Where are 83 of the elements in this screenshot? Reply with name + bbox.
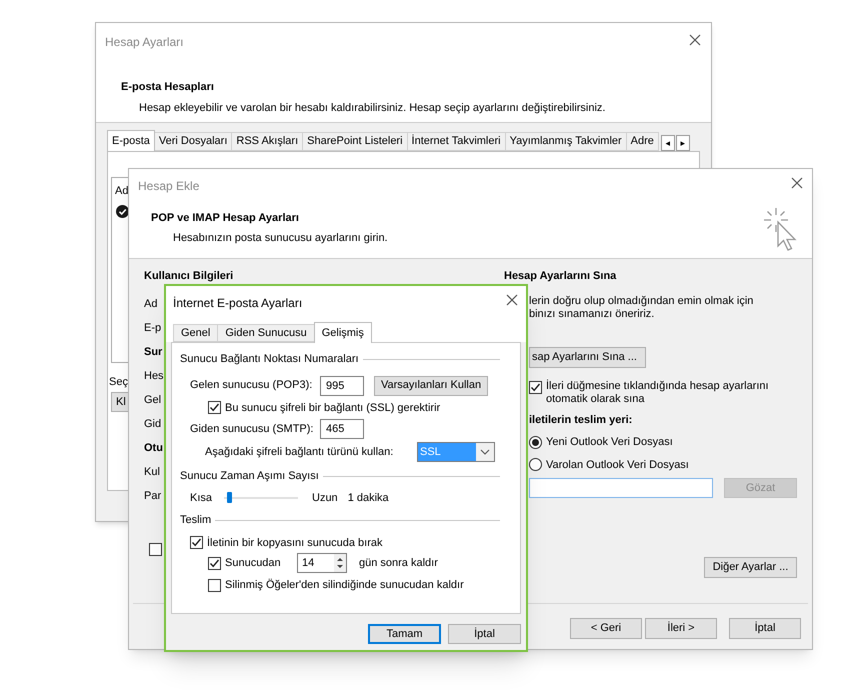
group-heading: Sunucu Bağlantı Noktası Numaraları bbox=[180, 352, 359, 367]
section-heading: Hesap Ayarlarını Sına bbox=[504, 269, 618, 284]
description-text: Hesabınızın posta sunucusu ayarlarını girin. bbox=[172, 230, 389, 246]
label-text: Seç bbox=[109, 375, 128, 390]
tab[interactable]: Yayımlanmış Takvimler bbox=[506, 132, 627, 151]
group-heading: Teslim bbox=[180, 513, 212, 528]
days-spinner[interactable]: 14 bbox=[297, 553, 347, 573]
tab[interactable]: Veri Dosyaları bbox=[154, 132, 232, 151]
tab[interactable]: E-posta bbox=[107, 130, 155, 152]
section-heading: iletilerin teslim yeri: bbox=[529, 412, 634, 428]
checkbox[interactable] bbox=[190, 536, 203, 550]
checkbox[interactable] bbox=[208, 401, 221, 414]
section-heading: Kullanıcı Bilgileri bbox=[144, 269, 234, 284]
group-heading: Sunucu Zaman Aşımı Sayısı bbox=[180, 469, 319, 484]
column-header: Ad bbox=[115, 184, 128, 199]
slider-label: Kısa bbox=[190, 490, 214, 506]
checkbox-label: Silinmiş Öğeler'den silindiğinde sunucudan kaldır bbox=[225, 578, 464, 593]
tab[interactable]: SharePoint Listeleri bbox=[303, 132, 408, 151]
field-label: Ad bbox=[144, 298, 158, 312]
window-title: Hesap Ekle bbox=[138, 178, 200, 195]
dialog-title: İnternet E-posta Ayarları bbox=[173, 295, 302, 312]
tab[interactable]: Adre bbox=[626, 132, 659, 151]
test-settings-button[interactable]: sap Ayarlarını Sına ... bbox=[529, 346, 646, 368]
window-title: Hesap Ayarları bbox=[105, 34, 184, 51]
slider-label: Uzun bbox=[312, 490, 338, 506]
cursor-icon bbox=[762, 206, 798, 252]
field-label: Gelen sunucusu (POP3): bbox=[190, 378, 314, 394]
dialog-button[interactable]: Tamam bbox=[368, 624, 441, 644]
close-button[interactable] bbox=[504, 292, 520, 308]
tab[interactable]: Gelişmiş bbox=[314, 322, 372, 343]
description-text: lerin doğru olup olmadığından emin olmak için bbox=[529, 294, 754, 308]
button[interactable]: Kl bbox=[111, 392, 129, 412]
section-heading: E-posta Hesapları bbox=[121, 80, 215, 95]
field-label: Gel bbox=[144, 394, 162, 408]
checkbox-label: İleri düğmesine tıklandığında hesap ayarlarını otomatik olarak sına bbox=[546, 380, 770, 406]
section-heading: Sur bbox=[144, 346, 162, 360]
scroll-button[interactable]: ▸ bbox=[676, 135, 690, 151]
description-text: Hesap ekleyebilir ve varolan bir hesabı kaldırabilirsiniz. Hesap seçip ayarlarını değiştirebilirsiniz. bbox=[138, 100, 606, 116]
folder-field[interactable] bbox=[529, 478, 713, 498]
slider-reading: 1 dakika bbox=[348, 490, 389, 506]
radio-label: Varolan Outlook Veri Dosyası bbox=[546, 458, 689, 472]
close-button[interactable] bbox=[687, 32, 703, 48]
nav-button[interactable]: İptal bbox=[729, 618, 801, 639]
description-text: binızı sınamanızı öneririz. bbox=[529, 308, 656, 320]
section-heading: Otu bbox=[144, 442, 163, 456]
chevron-down-icon bbox=[476, 443, 494, 461]
field-label: E-p bbox=[144, 322, 162, 336]
radio-label: Yeni Outlook Veri Dosyası bbox=[546, 435, 673, 450]
close-button[interactable] bbox=[789, 175, 805, 191]
number-field[interactable]: 465 bbox=[320, 419, 364, 439]
checkbox-label: Sunucudan bbox=[225, 556, 282, 571]
radio-button[interactable] bbox=[529, 436, 542, 449]
dropdown-value: SSL bbox=[418, 443, 476, 461]
field-label: Gid bbox=[144, 418, 162, 432]
checkbox[interactable] bbox=[149, 543, 162, 556]
checkbox-label: İletinin bir kopyasını sunucuda bırak bbox=[207, 536, 382, 550]
checkbox[interactable] bbox=[529, 380, 542, 394]
section-heading: POP ve IMAP Hesap Ayarları bbox=[151, 211, 300, 226]
tab[interactable]: Giden Sunucusu bbox=[217, 324, 314, 342]
nav-button[interactable]: İleri > bbox=[645, 618, 717, 639]
scroll-button[interactable]: ◂ bbox=[660, 135, 675, 151]
field-label: Par bbox=[144, 490, 162, 504]
dialog-button[interactable]: İptal bbox=[448, 624, 521, 644]
field-label: gün sonra kaldır bbox=[359, 556, 438, 571]
defaults-button[interactable]: Varsayılanları Kullan bbox=[374, 376, 488, 396]
spinner-arrows-icon bbox=[334, 554, 346, 572]
field-label: Kul bbox=[144, 466, 160, 480]
slider-thumb[interactable] bbox=[227, 492, 232, 503]
field-label: Hes bbox=[144, 370, 164, 384]
tab[interactable]: RSS Akışları bbox=[232, 132, 304, 151]
radio-button[interactable] bbox=[529, 458, 542, 472]
field-label: Aşağıdaki şifreli bağlantı türünü kullan: bbox=[205, 444, 394, 460]
checkbox[interactable] bbox=[208, 578, 221, 592]
checkbox[interactable] bbox=[208, 556, 221, 570]
number-field[interactable]: 995 bbox=[320, 376, 364, 396]
checkbox-label: Bu sunucu şifreli bir bağlantı (SSL) gerektirir bbox=[225, 400, 440, 416]
more-settings-button[interactable]: Diğer Ayarlar ... bbox=[704, 557, 797, 578]
nav-button[interactable]: < Geri bbox=[570, 618, 642, 639]
tab[interactable]: Genel bbox=[173, 324, 218, 342]
tab[interactable]: İnternet Takvimleri bbox=[408, 132, 506, 151]
spinner-value: 14 bbox=[301, 556, 316, 571]
timeout-slider[interactable] bbox=[224, 490, 298, 505]
field-label: Giden sunucusu (SMTP): bbox=[190, 422, 314, 437]
